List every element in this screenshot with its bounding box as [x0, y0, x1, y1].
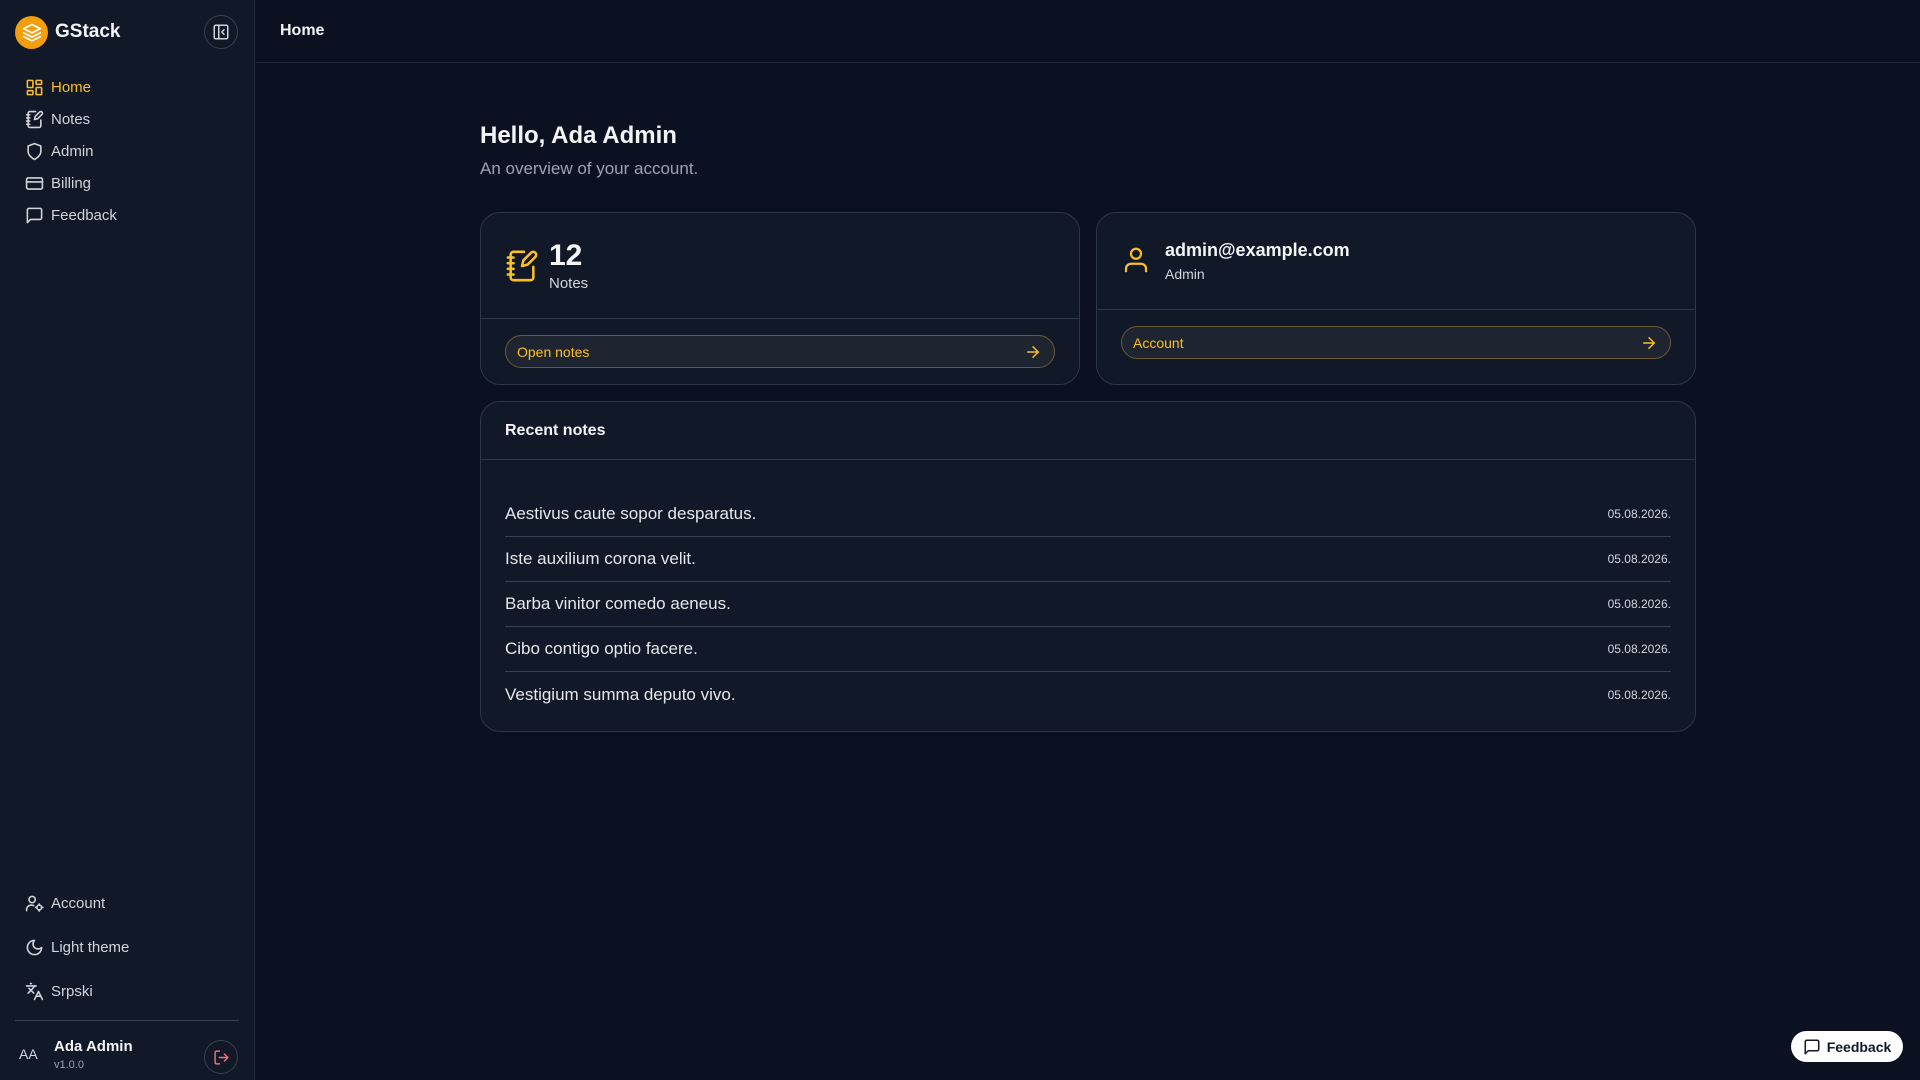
app-version: v1.0.0 — [54, 1059, 84, 1071]
sidebar-bottom-label: Srpski — [51, 982, 93, 1000]
note-date: 05.08.2026. — [1607, 642, 1671, 656]
card-divider — [481, 459, 1695, 460]
collapse-sidebar-button[interactable] — [204, 15, 238, 49]
list-item[interactable]: Vestigium summa deputo vivo. 05.08.2026. — [505, 672, 1671, 717]
brand[interactable]: GStack — [15, 15, 120, 49]
sidebar-item-label: Home — [51, 78, 92, 96]
open-notes-label: Open notes — [517, 343, 590, 360]
note-date: 05.08.2026. — [1607, 507, 1671, 521]
layers-logo-icon — [15, 15, 48, 49]
recent-notes-title: Recent notes — [505, 422, 606, 439]
notes-count: 12 — [549, 239, 583, 272]
user-name: Ada Admin — [54, 1038, 133, 1055]
account-button[interactable]: Account — [1121, 326, 1671, 359]
theme-toggle[interactable]: Light theme — [15, 929, 239, 965]
arrow-right-icon — [1027, 346, 1039, 358]
notes-stat-card: 12 Notes Open notes — [480, 212, 1080, 385]
message-square-icon — [1804, 1039, 1820, 1054]
top-bar: Home — [256, 0, 1920, 63]
moon-icon — [26, 939, 43, 955]
note-title: Aestivus caute sopor desparatus. — [505, 504, 757, 523]
sidebar-item-admin[interactable]: Admin — [15, 135, 239, 167]
sidebar-item-label: Admin — [51, 142, 94, 160]
user-panel: AA Ada Admin v1.0.0 — [15, 1034, 239, 1076]
card-divider — [1097, 309, 1695, 310]
list-item[interactable]: Aestivus caute sopor desparatus. 05.08.2… — [505, 492, 1671, 537]
list-item[interactable]: Barba vinitor comedo aeneus. 05.08.2026. — [505, 582, 1671, 627]
notes-count-label: Notes — [549, 275, 589, 292]
note-date: 05.08.2026. — [1607, 552, 1671, 566]
note-date: 05.08.2026. — [1607, 597, 1671, 611]
feedback-fab-button[interactable]: Feedback — [1791, 1031, 1903, 1062]
notebook-pen-icon — [25, 110, 44, 128]
note-title: Iste auxilium corona velit. — [505, 549, 696, 568]
list-item[interactable]: Cibo contigo optio facere. 05.08.2026. — [505, 627, 1671, 672]
panel-left-close-icon — [213, 24, 229, 40]
page-title: Hello, Ada Admin — [480, 122, 677, 149]
card-divider — [481, 318, 1079, 319]
sidebar-item-feedback[interactable]: Feedback — [15, 199, 239, 231]
account-role: Admin — [1165, 266, 1205, 282]
list-item[interactable]: Iste auxilium corona velit. 05.08.2026. — [505, 537, 1671, 582]
note-title: Barba vinitor comedo aeneus. — [505, 594, 731, 613]
sidebar-item-home[interactable]: Home — [15, 71, 239, 103]
open-notes-button[interactable]: Open notes — [505, 335, 1055, 368]
note-title: Vestigium summa deputo vivo. — [505, 684, 736, 704]
account-button-label: Account — [1133, 334, 1184, 351]
recent-notes-list: Aestivus caute sopor desparatus. 05.08.2… — [505, 492, 1671, 717]
layout-grid-icon — [26, 79, 43, 95]
brand-name: GStack — [55, 21, 121, 42]
languages-icon — [25, 982, 44, 1000]
language-switch[interactable]: Srpski — [15, 973, 239, 1009]
note-date: 05.08.2026. — [1607, 687, 1671, 702]
sidebar-bottom-label: Light theme — [51, 938, 130, 956]
logout-button[interactable] — [204, 1040, 238, 1074]
sidebar-item-billing[interactable]: Billing — [15, 167, 239, 199]
credit-card-icon — [25, 176, 44, 190]
sidebar-nav: Home Notes Admin Billing Feedback — [15, 71, 239, 231]
arrow-right-icon — [1643, 337, 1655, 349]
sidebar-bottom-label: Account — [51, 894, 106, 912]
account-email: admin@example.com — [1165, 240, 1350, 260]
message-square-icon — [26, 207, 43, 223]
avatar: AA — [19, 1046, 38, 1062]
log-out-icon — [213, 1049, 229, 1065]
notebook-pen-icon — [506, 250, 538, 282]
breadcrumb: Home — [280, 22, 325, 39]
account-card: admin@example.com Admin Account — [1096, 212, 1696, 385]
shield-icon — [27, 142, 42, 160]
page-subtitle: An overview of your account. — [480, 159, 699, 178]
user-cog-icon — [25, 895, 44, 912]
recent-notes-card: Recent notes Aestivus caute sopor despar… — [480, 401, 1696, 732]
sidebar-item-label: Feedback — [51, 206, 117, 224]
user-icon — [1124, 247, 1148, 273]
sidebar-account-link[interactable]: Account — [15, 885, 239, 921]
sidebar-item-notes[interactable]: Notes — [15, 103, 239, 135]
sidebar: GStack Home Notes Admin Billing Feedback… — [0, 0, 255, 1080]
sidebar-item-label: Billing — [51, 174, 92, 192]
note-title: Cibo contigo optio facere. — [505, 639, 698, 658]
feedback-fab-label: Feedback — [1826, 1038, 1892, 1055]
sidebar-item-label: Notes — [51, 110, 91, 128]
sidebar-divider — [15, 1020, 239, 1021]
